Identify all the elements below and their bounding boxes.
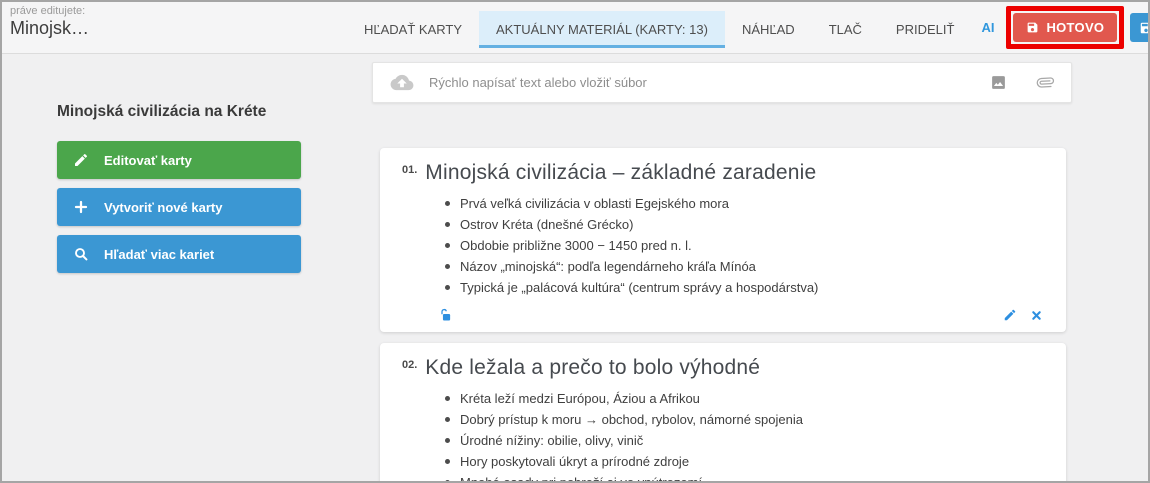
annotation-highlight-box: HOTOVO <box>1006 6 1124 49</box>
find-cards-button[interactable]: Hľadať viac kariet <box>57 235 301 273</box>
card-bullet: Úrodné nížiny: obilie, olivy, vinič <box>444 430 1044 451</box>
tab-hladat-karty[interactable]: HĽADAŤ KARTY <box>347 11 479 48</box>
hotovo-done-button[interactable]: HOTOVO <box>1013 13 1117 42</box>
card-header: 02. Kde ležala a prečo to bolo výhodné <box>402 356 1044 380</box>
edit-cards-button[interactable]: Editovať karty <box>57 141 301 179</box>
card-title: Minojská civilizácia – základné zaradeni… <box>425 161 816 185</box>
editing-title-block[interactable]: práve editujete: Minojsk… <box>2 2 347 53</box>
save-button[interactable] <box>1130 13 1150 42</box>
cloud-upload-icon <box>390 73 414 92</box>
content-area: Minojská civilizácia na Kréte Editovať k… <box>2 54 1148 480</box>
card-header: 01. Minojská civilizácia – základné zara… <box>402 161 1044 185</box>
quickbar-icons <box>990 74 1054 91</box>
card-bullet: Prvá veľká civilizácia v oblasti Egejské… <box>444 193 1044 214</box>
cards-panel: Rýchlo napísať text alebo vložiť súbor 0… <box>352 54 1148 480</box>
save-icon <box>1026 21 1039 34</box>
editing-label: práve editujete: <box>10 5 337 17</box>
tab-nahlad[interactable]: NÁHĽAD <box>725 11 812 48</box>
tab-pridelit[interactable]: PRIDELIŤ <box>879 11 972 48</box>
search-icon <box>73 246 89 262</box>
edit-cards-label: Editovať karty <box>104 153 192 168</box>
sidebar: Minojská civilizácia na Kréte Editovať k… <box>2 54 352 480</box>
card-bullet: Dobrý prístup k moru → obchod, rybolov, … <box>444 409 1044 430</box>
card-bullet-list: Kréta leží medzi Európou, Áziou a Afriko… <box>402 388 1044 483</box>
card-bullet: Kréta leží medzi Európou, Áziou a Afriko… <box>444 388 1044 409</box>
create-cards-label: Vytvoriť nové karty <box>104 200 222 215</box>
create-cards-button[interactable]: Vytvoriť nové karty <box>57 188 301 226</box>
quick-input-placeholder: Rýchlo napísať text alebo vložiť súbor <box>429 75 647 90</box>
ai-button[interactable]: AI <box>981 20 994 35</box>
editing-title-value[interactable]: Minojsk… <box>10 18 337 39</box>
card-footer-actions <box>1003 308 1042 322</box>
save-icon <box>1139 21 1150 35</box>
pencil-icon <box>73 152 89 168</box>
image-icon[interactable] <box>990 74 1007 91</box>
tab-bar: HĽADAŤ KARTY AKTUÁLNY MATERIÁL (KARTY: 1… <box>347 2 971 53</box>
edit-card-pencil-icon[interactable] <box>1003 308 1017 322</box>
card-footer <box>402 305 1044 325</box>
flashcard-01: 01. Minojská civilizácia – základné zara… <box>380 148 1066 332</box>
card-number: 02. <box>402 359 417 371</box>
unlock-icon[interactable] <box>437 308 452 323</box>
topbar: práve editujete: Minojsk… HĽADAŤ KARTY A… <box>2 2 1148 54</box>
card-bullet: Názov „minojská“: podľa legendárneho krá… <box>444 256 1044 277</box>
card-number: 01. <box>402 164 417 176</box>
hotovo-label: HOTOVO <box>1046 20 1104 35</box>
tab-aktualny-material[interactable]: AKTUÁLNY MATERIÁL (KARTY: 13) <box>479 11 725 48</box>
card-bullet: Ostrov Kréta (dnešné Grécko) <box>444 214 1044 235</box>
plus-icon <box>73 199 89 215</box>
flashcard-02: 02. Kde ležala a prečo to bolo výhodné K… <box>380 343 1066 483</box>
topbar-actions: AI HOTOVO <box>971 2 1150 53</box>
card-bullet: Mnohé osady pri pobreží aj vo vnútrozemí <box>444 472 1044 483</box>
card-bullet: Obdobie približne 3000 − 1450 pred n. l. <box>444 235 1044 256</box>
paperclip-icon[interactable] <box>1037 74 1054 91</box>
quick-input-bar[interactable]: Rýchlo napísať text alebo vložiť súbor <box>372 62 1072 103</box>
card-bullet: Typická je „palácová kultúra“ (centrum s… <box>444 277 1044 298</box>
delete-card-x-icon[interactable] <box>1031 310 1042 321</box>
tab-tlac[interactable]: TLAČ <box>812 11 879 48</box>
material-title: Minojská civilizácia na Kréte <box>57 103 352 121</box>
card-bullet-list: Prvá veľká civilizácia v oblasti Egejské… <box>402 193 1044 298</box>
card-bullet: Hory poskytovali úkryt a prírodné zdroje <box>444 451 1044 472</box>
card-title: Kde ležala a prečo to bolo výhodné <box>425 356 760 380</box>
find-cards-label: Hľadať viac kariet <box>104 247 214 262</box>
app-window: práve editujete: Minojsk… HĽADAŤ KARTY A… <box>0 0 1150 483</box>
